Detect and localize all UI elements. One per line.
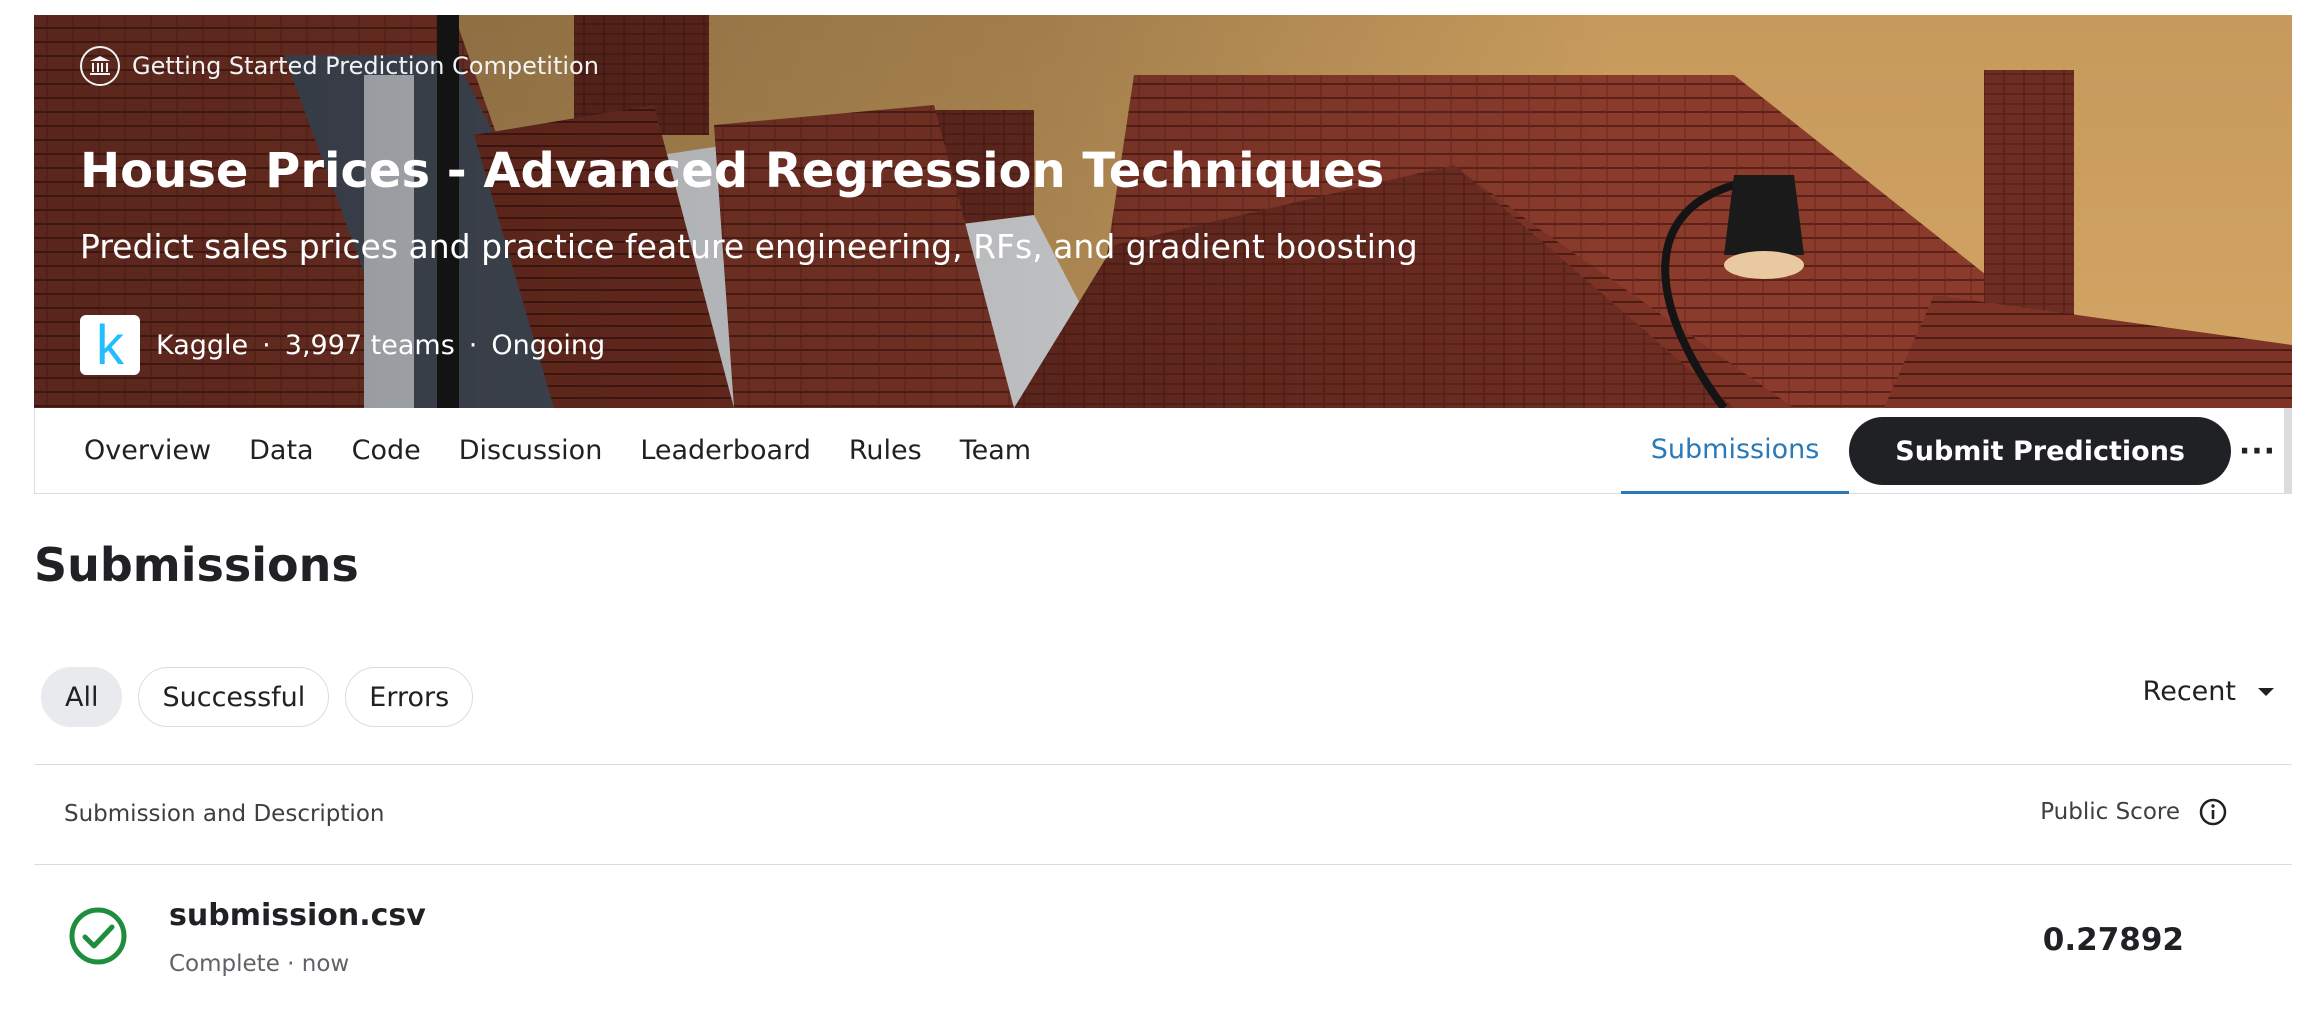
submissions-table-header: Submission and Description Public Score <box>34 765 2292 865</box>
tab-rules[interactable]: Rules <box>849 435 922 466</box>
meta-separator: · <box>468 329 478 361</box>
caret-down-icon <box>2258 687 2274 696</box>
page-title: Submissions <box>34 538 359 592</box>
column-header-submission: Submission and Description <box>64 801 385 827</box>
filter-chip-errors[interactable]: Errors <box>345 667 474 727</box>
table-row[interactable]: submission.csv Complete · now 0.27892 <box>34 866 2292 1006</box>
sort-dropdown[interactable]: Recent <box>2143 676 2274 707</box>
meta-separator: · <box>262 329 271 361</box>
kaggle-logo[interactable]: k <box>80 315 140 375</box>
host-name[interactable]: Kaggle <box>156 330 248 361</box>
competition-subtitle: Predict sales prices and practice featur… <box>80 227 1418 266</box>
filter-chip-all[interactable]: All <box>41 667 123 727</box>
more-options-button[interactable]: ··· <box>2231 408 2291 494</box>
competition-type-label: Getting Started Prediction Competition <box>132 52 599 80</box>
tab-team[interactable]: Team <box>960 435 1031 466</box>
bank-icon <box>80 46 120 86</box>
tab-overview[interactable]: Overview <box>84 435 211 466</box>
competition-status: Ongoing <box>491 329 606 361</box>
tab-data[interactable]: Data <box>249 435 313 466</box>
column-header-score-label: Public Score <box>2040 799 2180 825</box>
info-icon[interactable] <box>2198 797 2228 827</box>
tab-actions: Submissions Submit Predictions ··· <box>1620 408 2291 494</box>
competition-title: House Prices - Advanced Regression Techn… <box>80 143 1385 199</box>
tab-submissions[interactable]: Submissions <box>1620 408 1850 494</box>
tab-code[interactable]: Code <box>352 435 421 466</box>
team-count: 3,997 teams <box>284 329 455 361</box>
check-circle-icon <box>69 907 127 965</box>
public-score: 0.27892 <box>2042 922 2184 958</box>
submission-file-name[interactable]: submission.csv <box>169 898 426 933</box>
competition-header-banner: Getting Started Prediction Competition H… <box>34 15 2292 408</box>
competition-type-tag: Getting Started Prediction Competition <box>80 46 599 86</box>
tab-list: Overview Data Code Discussion Leaderboar… <box>84 435 1069 466</box>
competition-tab-bar: Overview Data Code Discussion Leaderboar… <box>34 408 2292 494</box>
tab-leaderboard[interactable]: Leaderboard <box>640 435 811 466</box>
filter-chip-successful[interactable]: Successful <box>138 667 330 727</box>
submit-predictions-button[interactable]: Submit Predictions <box>1849 417 2231 485</box>
competition-meta: k Kaggle · 3,997 teams · Ongoing <box>80 315 605 375</box>
sort-dropdown-label: Recent <box>2142 676 2236 707</box>
submission-status: Complete · now <box>169 951 350 977</box>
submission-filter-chips: All Successful Errors <box>41 667 474 727</box>
column-header-score: Public Score <box>2040 797 2228 827</box>
tab-discussion[interactable]: Discussion <box>459 435 603 466</box>
